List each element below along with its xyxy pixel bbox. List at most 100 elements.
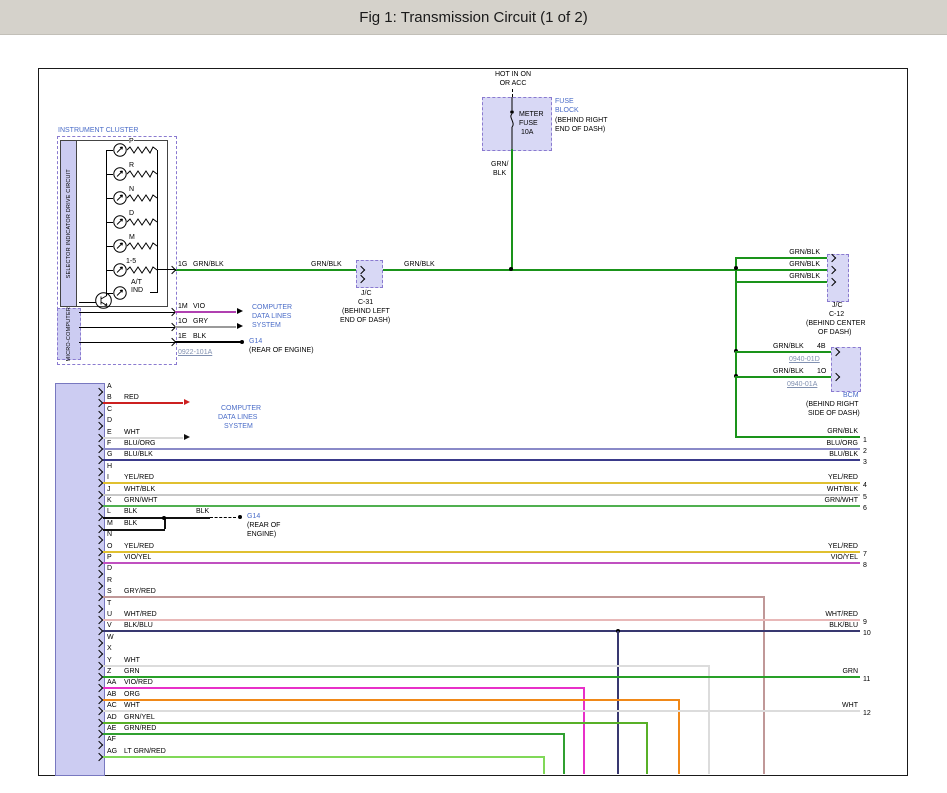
wire — [103, 676, 860, 678]
wire-name-label: GRN/BLK — [758, 249, 820, 257]
wire — [103, 562, 860, 564]
at-ind-label: A/T — [131, 279, 142, 287]
connector-pin-letter: L — [107, 508, 111, 516]
tcm-connector-strip — [55, 383, 105, 776]
wire-grn-blk-jc12-1 — [735, 257, 827, 259]
wire-name-label: VIO/YEL — [782, 554, 858, 562]
wire — [103, 699, 680, 701]
instrument-cluster-link[interactable]: INSTRUMENT CLUSTER — [58, 127, 138, 135]
computer-data-lines-link-2[interactable]: DATA LINES — [218, 414, 257, 422]
connector-pin-letter: G — [107, 451, 112, 459]
ground-g14-link[interactable]: G14 — [249, 338, 262, 346]
lamp-letter: N — [129, 186, 134, 194]
wire-name-label: VIO — [193, 303, 205, 311]
wire-name-label: BLU/ORG — [124, 440, 156, 448]
wire-name-label: BLU/BLK — [782, 451, 858, 459]
wire-name-label: BLU/ORG — [782, 440, 858, 448]
connector-pin-letter: C — [107, 406, 112, 414]
wire-blk — [175, 341, 241, 343]
edge-pin-number: 3 — [863, 459, 867, 467]
wire — [103, 665, 710, 667]
wire-arrow-icon — [237, 323, 243, 329]
wire-gry — [175, 326, 236, 328]
connector-pin-letter: J — [107, 486, 111, 494]
computer-data-lines-link[interactable]: COMPUTER — [252, 304, 292, 312]
connector-pin-letter: E — [107, 429, 112, 437]
jc12-location-2: OF DASH) — [818, 329, 851, 337]
wire — [103, 448, 860, 450]
wire-name-label: BLU/BLK — [124, 451, 153, 459]
cluster-1e-line — [79, 342, 175, 343]
ground-dashed-line — [210, 517, 236, 518]
wire-name-label: YEL/RED — [124, 474, 154, 482]
ground-g14-link[interactable]: G14 — [247, 513, 260, 521]
connector-pin-letter: Y — [107, 657, 112, 665]
computer-data-lines-link-2[interactable]: DATA LINES — [252, 313, 291, 321]
connector-pin-letter: AF — [107, 736, 116, 744]
wire-name-label: GRN/YEL — [124, 714, 155, 722]
wire-name-label: GRN/RED — [124, 725, 156, 733]
micro-computer-box: MICRO-COMPUTER — [57, 308, 81, 360]
wire — [103, 756, 545, 758]
jc12-location: (BEHIND CENTER — [806, 320, 866, 328]
wire-name-label: RED — [124, 394, 139, 402]
wire — [103, 619, 860, 621]
wire-grn-blk-bcm-2 — [735, 376, 831, 378]
wire-name-label: BLK — [124, 520, 137, 528]
pin-label-1o: 1O — [817, 368, 826, 376]
computer-data-lines-link-3[interactable]: SYSTEM — [224, 423, 253, 431]
resistor-icon — [127, 146, 157, 154]
pin-label-1g: 1G — [178, 261, 187, 269]
indicator-lamp-icon — [113, 167, 127, 181]
junction-dot — [509, 267, 513, 271]
fuse-feed-wire — [511, 149, 513, 270]
bcm-link[interactable]: BCM — [843, 392, 859, 400]
wire-grn-blk-bcm-1 — [735, 351, 831, 353]
wire-name-label: WHT/BLK — [782, 486, 858, 494]
wire-name-label: GRN/BLK — [404, 261, 435, 269]
wire-grn-blk-vertical — [735, 257, 737, 438]
wire-name-label: VIO/RED — [124, 679, 153, 687]
wire-name-label: GRN/BLK — [773, 343, 804, 351]
wire-name-label: GRY/RED — [124, 588, 156, 596]
cluster-1g-line — [157, 269, 175, 270]
resistor-icon — [127, 170, 157, 178]
harness-link[interactable]: 0940-01D — [789, 356, 820, 364]
wire-name-label: GRN/BLK — [773, 368, 804, 376]
wire — [617, 631, 619, 774]
wire-name-label: BLK/BLU — [124, 622, 153, 630]
lamp-letter: R — [129, 162, 134, 170]
wire-name-label: YEL/RED — [124, 543, 154, 551]
pin-label-1o: 1O — [178, 318, 187, 326]
resistor-icon — [127, 242, 157, 250]
wire — [708, 665, 710, 774]
harness-link[interactable]: 0940-01A — [787, 381, 817, 389]
fuse-block-link[interactable]: FUSE — [555, 98, 574, 106]
wire-name-label: VIO/YEL — [124, 554, 151, 562]
connector-pin-letter: D — [107, 417, 112, 425]
edge-pin-number: 10 — [863, 630, 871, 638]
connector-pin-letter: B — [107, 394, 112, 402]
wire — [103, 517, 210, 519]
connector-pin-letter: N — [107, 531, 112, 539]
computer-data-lines-link-3[interactable]: SYSTEM — [252, 322, 281, 330]
wire-name-label: BLK — [193, 333, 206, 341]
wire — [103, 710, 860, 712]
harness-link[interactable]: 0922-101A — [178, 349, 212, 357]
wire-grn-blk-main — [175, 269, 738, 271]
cluster-1m-line — [79, 312, 175, 313]
pin-label-1e: 1E — [178, 333, 187, 341]
wire-name-label: GRN/BLK — [782, 428, 858, 436]
wire-arrow-icon — [184, 434, 190, 440]
connector-pin-letter: AA — [107, 679, 116, 687]
connector-pin-letter: R — [107, 577, 112, 585]
wire-name-label: WHT — [782, 702, 858, 710]
wire — [646, 722, 648, 774]
lamp-letter: 1-5 — [126, 258, 136, 266]
lamp-letter: D — [129, 210, 134, 218]
cluster-1o-line — [79, 327, 175, 328]
connector-pin-letter: AC — [107, 702, 117, 710]
computer-data-lines-link[interactable]: COMPUTER — [221, 405, 261, 413]
edge-pin-number: 11 — [863, 676, 870, 684]
fuse-block-link-2[interactable]: BLOCK — [555, 107, 579, 115]
